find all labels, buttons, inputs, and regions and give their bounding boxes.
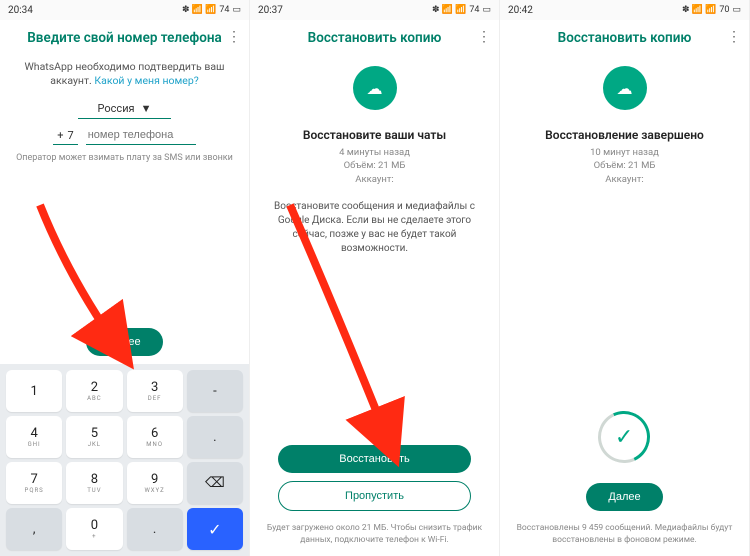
key-9[interactable]: 9WXYZ [127, 462, 183, 504]
page-title: Восстановить копию [558, 30, 692, 46]
key-5[interactable]: 5JKL [66, 416, 122, 458]
verify-description: WhatsApp необходимо подтвердить ваш акка… [14, 60, 235, 88]
footer-note: Восстановлены 9 459 сообщений. Медиафайл… [500, 523, 749, 556]
header: Восстановить копию ⋮ [250, 20, 499, 56]
key-dot2[interactable]: . [127, 508, 183, 550]
country-name: Россия [98, 102, 135, 115]
restore-subtitle: Восстановите ваши чаты [303, 128, 446, 142]
whats-my-number-link[interactable]: Какой у меня номер? [94, 74, 198, 87]
key-3[interactable]: 3DEF [127, 370, 183, 412]
key-confirm[interactable]: ✓ [187, 508, 243, 550]
key-6[interactable]: 6MNO [127, 416, 183, 458]
status-time: 20:37 [258, 5, 283, 16]
header: Введите свой номер телефона ⋮ [0, 20, 249, 56]
cloud-upload-icon: ☁ [603, 66, 647, 110]
screen-restore-backup: 20:37 ✽ 📶 📶 74▭ Восстановить копию ⋮ ☁ В… [250, 0, 500, 556]
skip-button[interactable]: Пропустить [278, 481, 471, 511]
status-icons: ✽ 📶 📶 70▭ [682, 5, 741, 15]
status-bar: 20:37 ✽ 📶 📶 74▭ [250, 0, 499, 20]
key-0[interactable]: 0+ [66, 508, 122, 550]
backup-meta: 10 минут назад Объём: 21 МБ Аккаунт: [590, 146, 659, 186]
key-1[interactable]: 1 [6, 370, 62, 412]
page-title: Введите свой номер телефона [27, 30, 222, 46]
status-time: 20:42 [508, 5, 533, 16]
screen-restore-complete: 20:42 ✽ 📶 📶 70▭ Восстановить копию ⋮ ☁ В… [500, 0, 750, 556]
key-dot[interactable]: . [187, 416, 243, 458]
country-selector[interactable]: Россия ▼ [78, 99, 172, 119]
key-4[interactable]: 4GHI [6, 416, 62, 458]
status-bar: 20:42 ✽ 📶 📶 70▭ [500, 0, 749, 20]
next-button[interactable]: Далее [86, 328, 162, 356]
status-icons: ✽ 📶 📶 74▭ [182, 5, 241, 15]
success-check-icon: ✓ [591, 404, 658, 471]
key-minus[interactable]: - [187, 370, 243, 412]
menu-icon[interactable]: ⋮ [227, 30, 241, 44]
header: Восстановить копию ⋮ [500, 20, 749, 56]
status-time: 20:34 [8, 5, 33, 16]
screen-phone-number: 20:34 ✽ 📶 📶 74▭ Введите свой номер телеф… [0, 0, 250, 556]
cloud-upload-icon: ☁ [353, 66, 397, 110]
carrier-hint: Оператор может взимать плату за SMS или … [16, 153, 233, 163]
key-8[interactable]: 8TUV [66, 462, 122, 504]
menu-icon[interactable]: ⋮ [727, 30, 741, 44]
key-backspace[interactable]: ⌫ [187, 462, 243, 504]
country-code[interactable]: + 7 [53, 127, 77, 145]
numeric-keypad: 1 2ABC 3DEF - 4GHI 5JKL 6MNO . 7PQRS 8TU… [0, 364, 249, 556]
restore-description: Восстановите сообщения и медиафайлы с Go… [264, 200, 485, 256]
status-icons: ✽ 📶 📶 74▭ [432, 5, 491, 15]
key-7[interactable]: 7PQRS [6, 462, 62, 504]
restore-subtitle: Восстановление завершено [545, 128, 704, 142]
next-button[interactable]: Далее [586, 483, 662, 511]
key-2[interactable]: 2ABC [66, 370, 122, 412]
phone-input[interactable] [86, 127, 196, 145]
restore-button[interactable]: Восстановить [278, 445, 471, 473]
menu-icon[interactable]: ⋮ [477, 30, 491, 44]
page-title: Восстановить копию [308, 30, 442, 46]
status-bar: 20:34 ✽ 📶 📶 74▭ [0, 0, 249, 20]
backup-meta: 4 минуты назад Объём: 21 МБ Аккаунт: [339, 146, 410, 186]
footer-note: Будет загружено около 21 МБ. Чтобы снизи… [250, 523, 499, 556]
key-comma[interactable]: , [6, 508, 62, 550]
chevron-down-icon: ▼ [141, 102, 152, 115]
